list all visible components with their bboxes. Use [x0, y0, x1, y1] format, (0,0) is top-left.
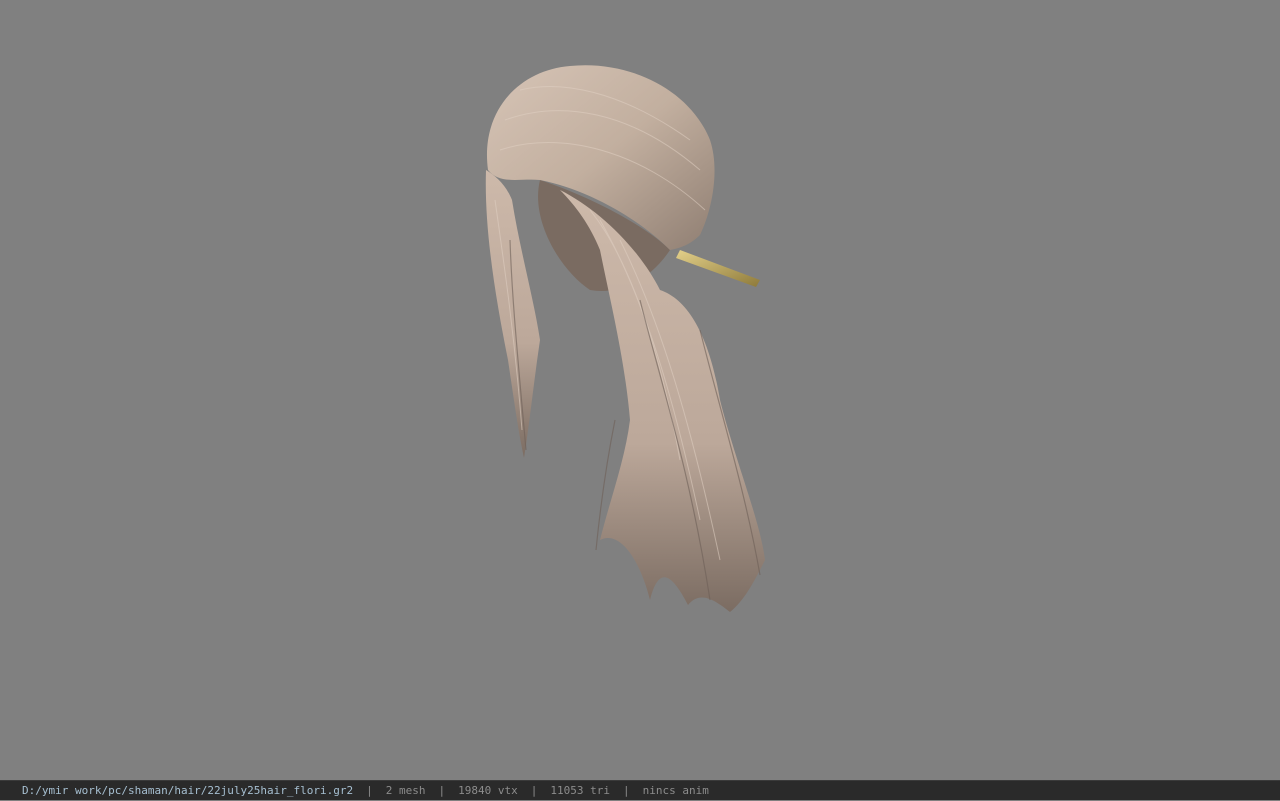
status-bar: D:/ymir work/pc/shaman/hair/22july25hair… [0, 780, 1280, 800]
status-anim: nincs anim [642, 783, 709, 797]
status-vertex-count: 19840 vtx [458, 783, 518, 797]
status-separator: | [438, 783, 446, 797]
status-separator: | [530, 783, 538, 797]
hair-pin [676, 250, 760, 287]
status-separator: | [366, 783, 373, 797]
hair-model-render [485, 65, 765, 612]
status-separator: | [622, 783, 630, 797]
status-file-path: D:/ymir work/pc/shaman/hair/22july25hair… [22, 783, 354, 797]
3d-viewport[interactable] [0, 0, 1280, 780]
status-triangle-count: 11053 tri [550, 783, 610, 797]
status-mesh-count: 2 mesh [385, 783, 426, 797]
hair-left-strands [485, 170, 540, 458]
